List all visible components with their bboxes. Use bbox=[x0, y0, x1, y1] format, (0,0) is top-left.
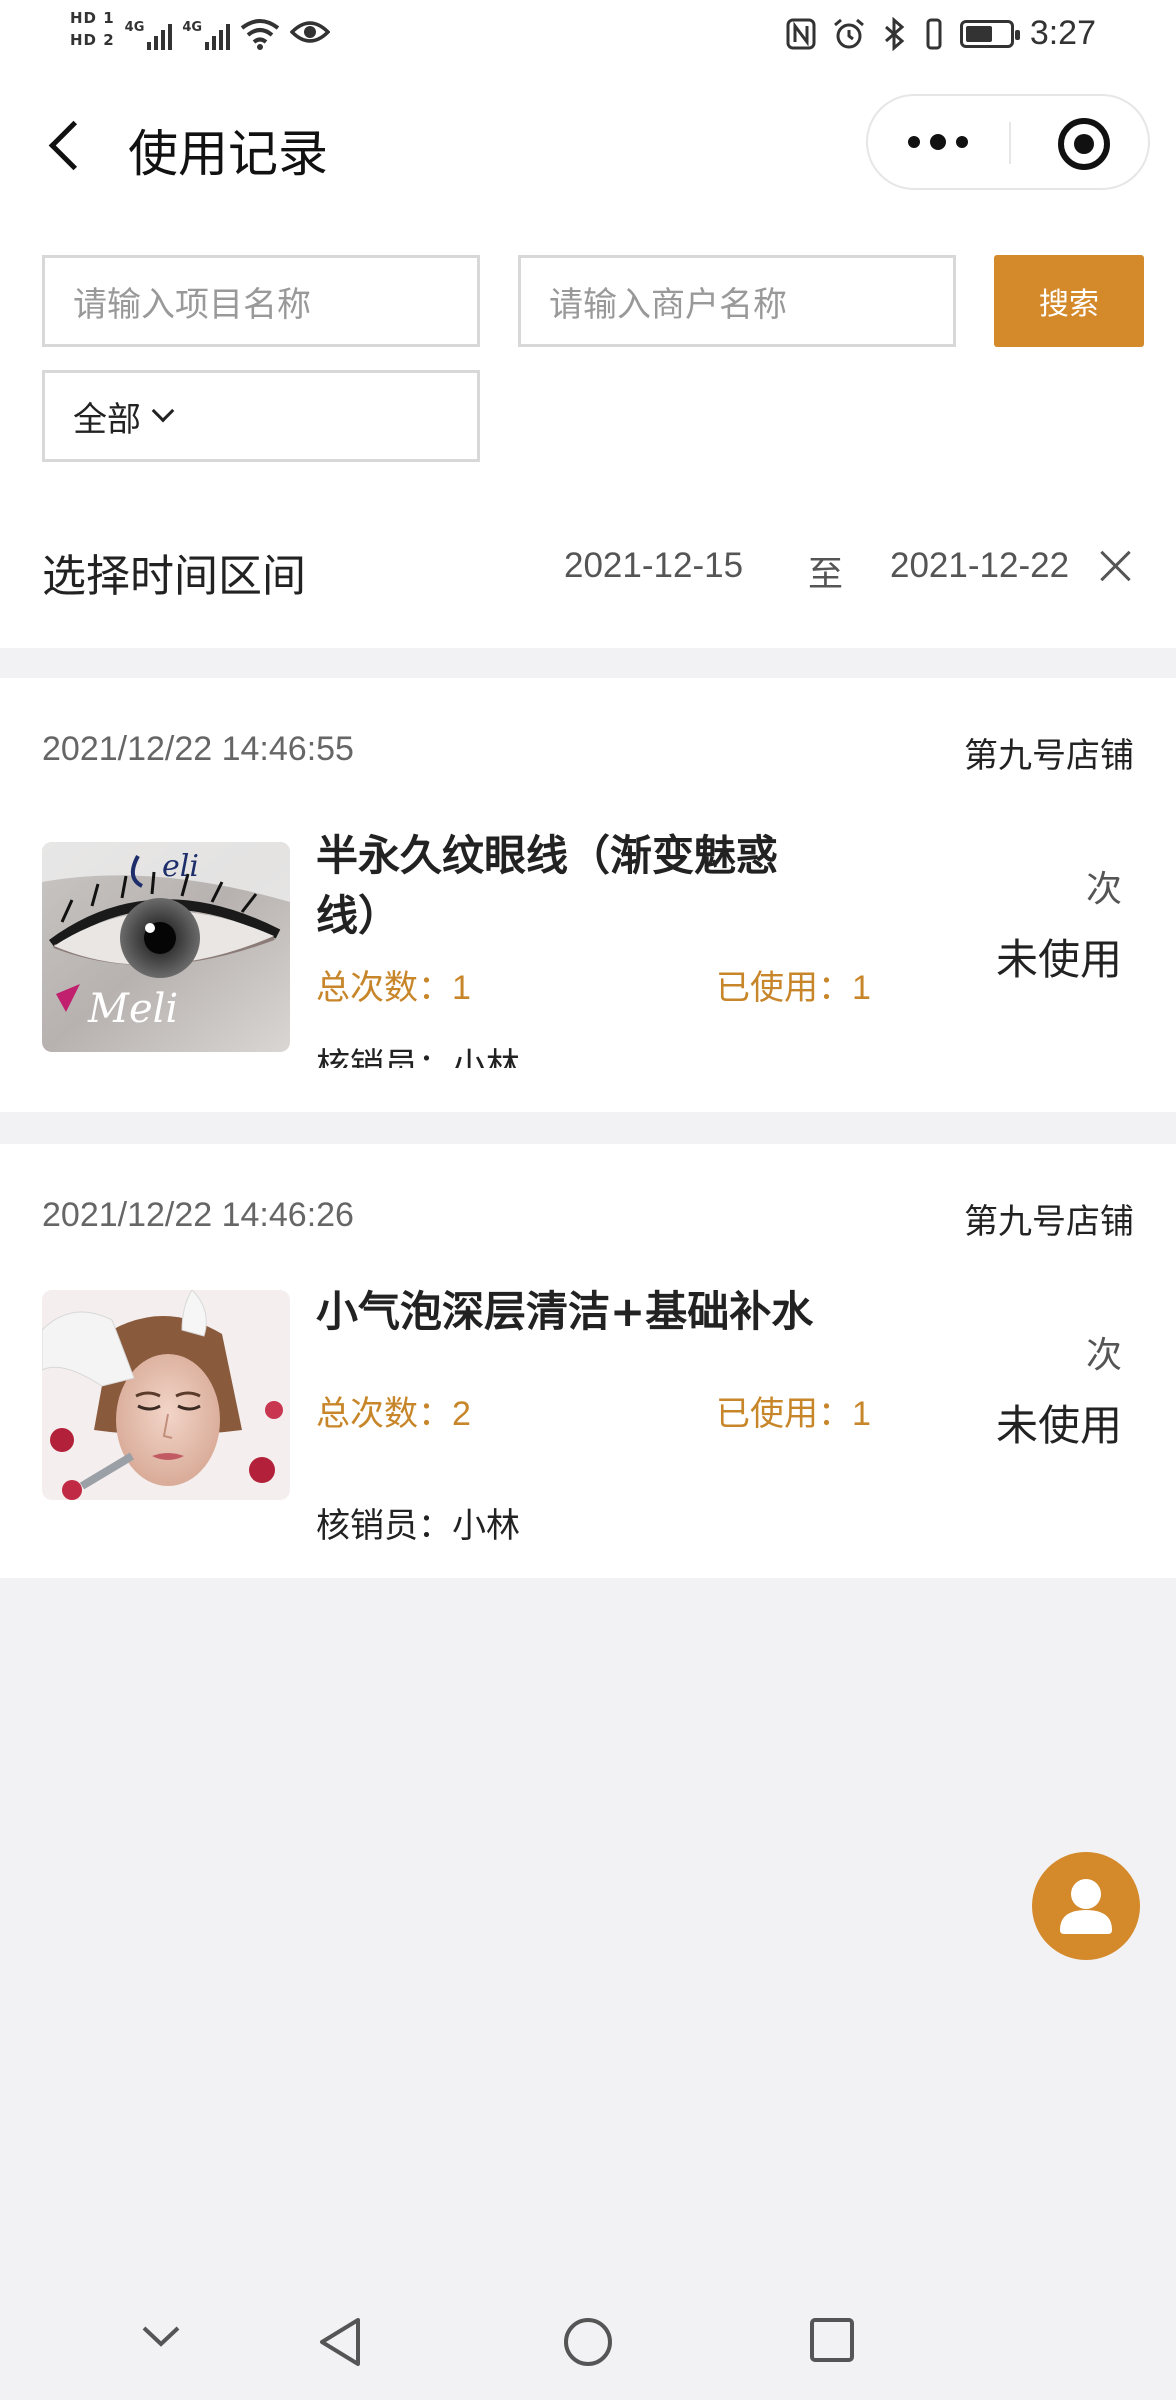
merchant-name-input[interactable]: 请输入商户名称 bbox=[518, 255, 956, 347]
total-count-label: 总次数： bbox=[316, 1394, 452, 1434]
record-thumbnail bbox=[42, 1290, 290, 1500]
thumb-logo-text-2: Meli bbox=[87, 986, 178, 1032]
record-total-count: 总次数：1 bbox=[316, 960, 471, 1009]
date-range-label: 选择时间区间 bbox=[42, 551, 306, 602]
hd2-indicator: HD 2 bbox=[70, 31, 115, 49]
merchant-name-placeholder: 请输入商户名称 bbox=[549, 284, 787, 325]
user-icon bbox=[1060, 1879, 1112, 1934]
user-center-button[interactable] bbox=[1032, 1852, 1140, 1960]
eye-icon bbox=[290, 21, 331, 43]
status-right: 3:27 bbox=[786, 14, 1096, 53]
filter-panel: 请输入项目名称 请输入商户名称 搜索 全部 选择时间区间 2021-12-15 … bbox=[0, 220, 1176, 648]
bluetooth-icon bbox=[884, 16, 905, 51]
record-card[interactable]: 2021/12/22 14:46:26 第九号店铺 小气泡深层清洁+基础补水 次… bbox=[0, 1144, 1176, 1578]
record-used-count: 已使用：1 bbox=[716, 1386, 871, 1435]
chevron-down-icon bbox=[151, 399, 175, 423]
used-count-value: 1 bbox=[852, 969, 871, 1007]
wifi-icon bbox=[240, 19, 280, 50]
record-time: 2021/12/22 14:46:26 bbox=[42, 1196, 354, 1234]
record-title: 半永久纹眼线（渐变魅惑线） bbox=[316, 831, 779, 940]
signal-2-icon: 4G bbox=[182, 20, 231, 50]
nav-bar: 使用记录 bbox=[0, 74, 1176, 220]
alarm-icon bbox=[833, 18, 864, 48]
more-dot bbox=[956, 136, 968, 148]
more-button[interactable] bbox=[868, 96, 1008, 188]
nav-home-icon[interactable] bbox=[562, 2316, 614, 2368]
eye-makeup-image: eli Meli bbox=[42, 842, 290, 1052]
project-name-placeholder: 请输入项目名称 bbox=[73, 284, 311, 325]
project-name-input[interactable]: 请输入项目名称 bbox=[42, 255, 480, 347]
net2-label: 4G bbox=[182, 20, 203, 35]
nfc-icon bbox=[786, 18, 816, 49]
record-title: 小气泡深层清洁+基础补水 bbox=[316, 1287, 814, 1336]
category-select[interactable]: 全部 bbox=[42, 370, 480, 462]
date-range-start[interactable]: 2021-12-15 bbox=[564, 546, 743, 586]
record-unit: 次 bbox=[1085, 1335, 1122, 1376]
record-unit: 次 bbox=[1085, 869, 1122, 910]
record-shop: 第九号店铺 bbox=[964, 1202, 1134, 1242]
capsule-divider bbox=[1009, 122, 1011, 164]
total-count-value: 1 bbox=[452, 969, 471, 1007]
record-operator: 核销员：小林 bbox=[316, 1038, 520, 1068]
operator-value: 小林 bbox=[452, 1046, 520, 1068]
hd-indicators: HD 1 HD 2 bbox=[70, 9, 115, 49]
nav-recents-icon[interactable] bbox=[808, 2316, 856, 2364]
record-card[interactable]: 2021/12/22 14:46:55 第九号店铺 eli Meli 半永久纹眼… bbox=[0, 678, 1176, 1112]
category-select-value: 全部 bbox=[73, 399, 141, 440]
operator-label: 核销员： bbox=[316, 1506, 452, 1546]
status-bar: HD 1 HD 2 4G 4G 3:27 bbox=[0, 0, 1176, 74]
clear-date-range-icon[interactable] bbox=[1096, 546, 1136, 586]
used-count-value: 1 bbox=[852, 1395, 871, 1433]
back-button[interactable] bbox=[40, 110, 94, 182]
record-used-count: 已使用：1 bbox=[716, 960, 871, 1009]
battery-icon bbox=[959, 19, 1020, 48]
total-count-label: 总次数： bbox=[316, 968, 452, 1008]
mini-program-capsule bbox=[866, 94, 1150, 190]
total-count-value: 2 bbox=[452, 1395, 471, 1433]
status-left: HD 1 HD 2 4G 4G bbox=[70, 8, 331, 50]
operator-label: 核销员： bbox=[316, 1046, 452, 1068]
used-count-label: 已使用： bbox=[716, 1394, 852, 1434]
record-total-count: 总次数：2 bbox=[316, 1386, 471, 1435]
hd1-indicator: HD 1 bbox=[70, 9, 115, 27]
close-miniprogram-button[interactable] bbox=[1058, 118, 1110, 170]
system-nav-bar bbox=[0, 2272, 1176, 2400]
hide-keyboard-icon[interactable] bbox=[140, 2316, 182, 2356]
nav-back-icon[interactable] bbox=[318, 2316, 364, 2368]
more-dot bbox=[908, 136, 920, 148]
vibrate-icon bbox=[926, 18, 942, 49]
clock: 3:27 bbox=[1029, 14, 1096, 52]
signal-1-icon: 4G bbox=[125, 20, 173, 50]
date-range-end[interactable]: 2021-12-22 bbox=[890, 546, 1069, 586]
record-shop: 第九号店铺 bbox=[964, 736, 1134, 776]
record-operator: 核销员：小林 bbox=[316, 1498, 520, 1547]
thumb-logo-text: eli bbox=[162, 849, 199, 884]
used-count-label: 已使用： bbox=[716, 968, 852, 1008]
battery-fill bbox=[965, 25, 992, 42]
record-status: 未使用 bbox=[995, 1401, 1122, 1450]
record-time: 2021/12/22 14:46:55 bbox=[42, 730, 354, 768]
more-dot bbox=[930, 134, 946, 150]
search-button[interactable]: 搜索 bbox=[994, 255, 1144, 347]
record-status: 未使用 bbox=[995, 935, 1122, 984]
page-title: 使用记录 bbox=[128, 125, 328, 183]
facial-treatment-image bbox=[42, 1290, 290, 1500]
operator-value: 小林 bbox=[452, 1506, 520, 1546]
date-range-separator: 至 bbox=[808, 555, 844, 595]
record-thumbnail: eli Meli bbox=[42, 842, 290, 1052]
net1-label: 4G bbox=[124, 20, 145, 35]
